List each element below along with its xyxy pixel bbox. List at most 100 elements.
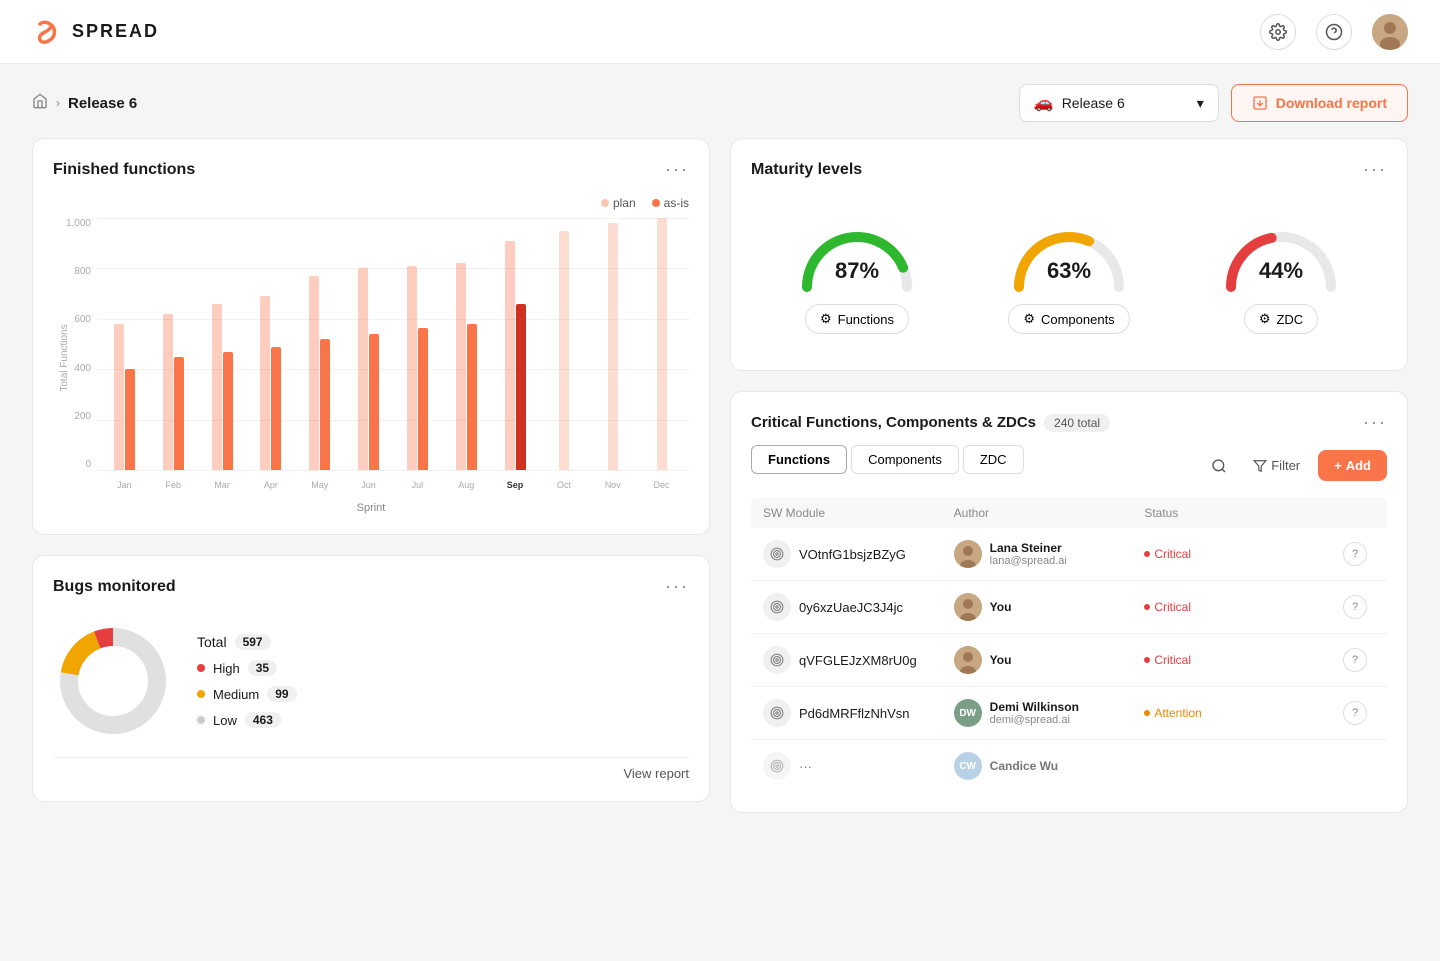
gauge-zdc-label: ZDC [1276,312,1303,327]
bugs-content: Total 597 High 35 Medium 99 [53,613,689,749]
bar-group-feb [150,218,197,470]
status-cell: Critical [1144,547,1335,561]
col-author: Author [954,506,1145,520]
breadcrumb-bar: › Release 6 🚗 Release 6 ▾ Download repor… [0,64,1440,138]
action-cell: ? [1335,701,1375,725]
medium-count: 99 [267,686,296,702]
status-label: Attention [1154,706,1201,720]
cf-actions: Filter + Add [1203,450,1387,482]
finished-functions-more-button[interactable]: ··· [665,159,689,180]
maturity-levels-more-button[interactable]: ··· [1363,159,1387,180]
gauge-functions-button[interactable]: ⚙ Functions [805,304,909,334]
critical-functions-more-button[interactable]: ··· [1363,412,1387,433]
view-report-link[interactable]: View report [53,757,689,781]
tab-components[interactable]: Components [851,445,959,474]
settings-button[interactable] [1260,14,1296,50]
row-help-button[interactable]: ? [1343,648,1367,672]
module-icon [763,699,791,727]
bugs-total-count: 597 [235,634,271,650]
author-name: You [990,600,1012,614]
target-icon [770,653,784,667]
finished-functions-title: Finished functions [53,161,195,179]
module-cell: 0y6xzUaeJC3J4jc [763,593,954,621]
bar-group-may [296,218,343,470]
module-name: qVFGLEJzXM8rU0g [799,653,917,668]
tab-zdc[interactable]: ZDC [963,445,1024,474]
bugs-legend: Total 597 High 35 Medium 99 [197,634,297,728]
plus-icon: + [1334,458,1342,473]
high-count: 35 [248,660,277,676]
user-avatar[interactable] [1372,14,1408,50]
cf-tab-group: Functions Components ZDC [751,445,1024,474]
author-name: Lana Steiner [990,541,1067,555]
table-row: Pd6dMRFflzNhVsn DW Demi Wilkinson demi@s… [751,687,1387,740]
help-button[interactable] [1316,14,1352,50]
author-cell: You [954,593,1145,621]
release-dropdown[interactable]: 🚗 Release 6 ▾ [1019,84,1219,122]
author-name: Demi Wilkinson [990,700,1079,714]
bar-group-nov [589,218,636,470]
gear-icon [1269,23,1287,41]
row-help-button[interactable]: ? [1343,595,1367,619]
donut-svg [53,621,173,741]
module-icon [763,752,791,780]
chart-legend: plan as-is [53,196,689,210]
bugs-monitored-header: Bugs monitored ··· [53,576,689,597]
author-avatar [954,540,982,568]
finished-functions-card: Finished functions ··· plan as-is 0 200 … [32,138,710,535]
row-help-button[interactable]: ? [1343,542,1367,566]
gauge-components: 63% ⚙ Components [1004,212,1134,334]
row-help-button[interactable]: ? [1343,701,1367,725]
download-report-button[interactable]: Download report [1231,84,1408,122]
target-icon [770,759,784,773]
finished-functions-chart: plan as-is 0 200 400 600 800 1,000 [53,196,689,514]
add-label: Add [1346,458,1371,473]
home-icon[interactable] [32,93,48,114]
chart-body: 0 200 400 600 800 1,000 [53,218,689,498]
avatar-image [1372,14,1408,50]
author-avatar: DW [954,699,982,727]
gauge-functions-value: 87% [835,258,879,284]
left-column: Finished functions ··· plan as-is 0 200 … [32,138,710,813]
status-dot [1144,604,1150,610]
cf-filter-button[interactable]: Filter [1243,452,1310,479]
bar-group-dec [638,218,685,470]
y-axis-label: Total Functions [59,324,70,391]
cf-search-button[interactable] [1203,450,1235,482]
cf-add-button[interactable]: + Add [1318,450,1387,481]
gauge-zdc-button[interactable]: ⚙ ZDC [1244,304,1318,334]
module-name: VOtnfG1bsjzBZyG [799,547,906,562]
status-dot [1144,710,1150,716]
bugs-donut-chart [53,621,173,741]
breadcrumb-current: Release 6 [68,95,137,112]
bar-group-oct [540,218,587,470]
cf-table: SW Module Author Status VOtnfG1bsjzBZyG [751,498,1387,792]
x-axis: Jan Feb Mar Apr May Jun Jul Aug Sep Oct … [97,480,689,490]
action-cell: ? [1335,595,1375,619]
target-icon [770,706,784,720]
search-icon [1211,458,1227,474]
gauges-container: 87% ⚙ Functions 63% [751,196,1387,350]
module-cell: Pd6dMRFflzNhVsn [763,699,954,727]
critical-functions-title: Critical Functions, Components & ZDCs [751,414,1036,431]
author-name: You [990,653,1012,667]
target-icon [770,600,784,614]
components-gauge-icon: ⚙ [1023,311,1035,327]
author-cell: CW Candice Wu [954,752,1145,780]
author-email: lana@spread.ai [990,555,1067,567]
bar-actual [125,369,135,470]
maturity-levels-card: Maturity levels ··· 87% ⚙ Functions [730,138,1408,371]
author-avatar [954,646,982,674]
logo-text: SPREAD [72,21,159,42]
bar-group-jun [345,218,392,470]
tab-functions[interactable]: Functions [751,445,847,474]
author-cell: Lana Steiner lana@spread.ai [954,540,1145,568]
module-cell: ··· [763,752,954,780]
status-cell: Critical [1144,653,1335,667]
action-cell: ? [1335,648,1375,672]
bugs-monitored-more-button[interactable]: ··· [665,576,689,597]
download-icon [1252,95,1268,111]
gauge-components-button[interactable]: ⚙ Components [1008,304,1129,334]
finished-functions-header: Finished functions ··· [53,159,689,180]
help-icon [1325,23,1343,41]
